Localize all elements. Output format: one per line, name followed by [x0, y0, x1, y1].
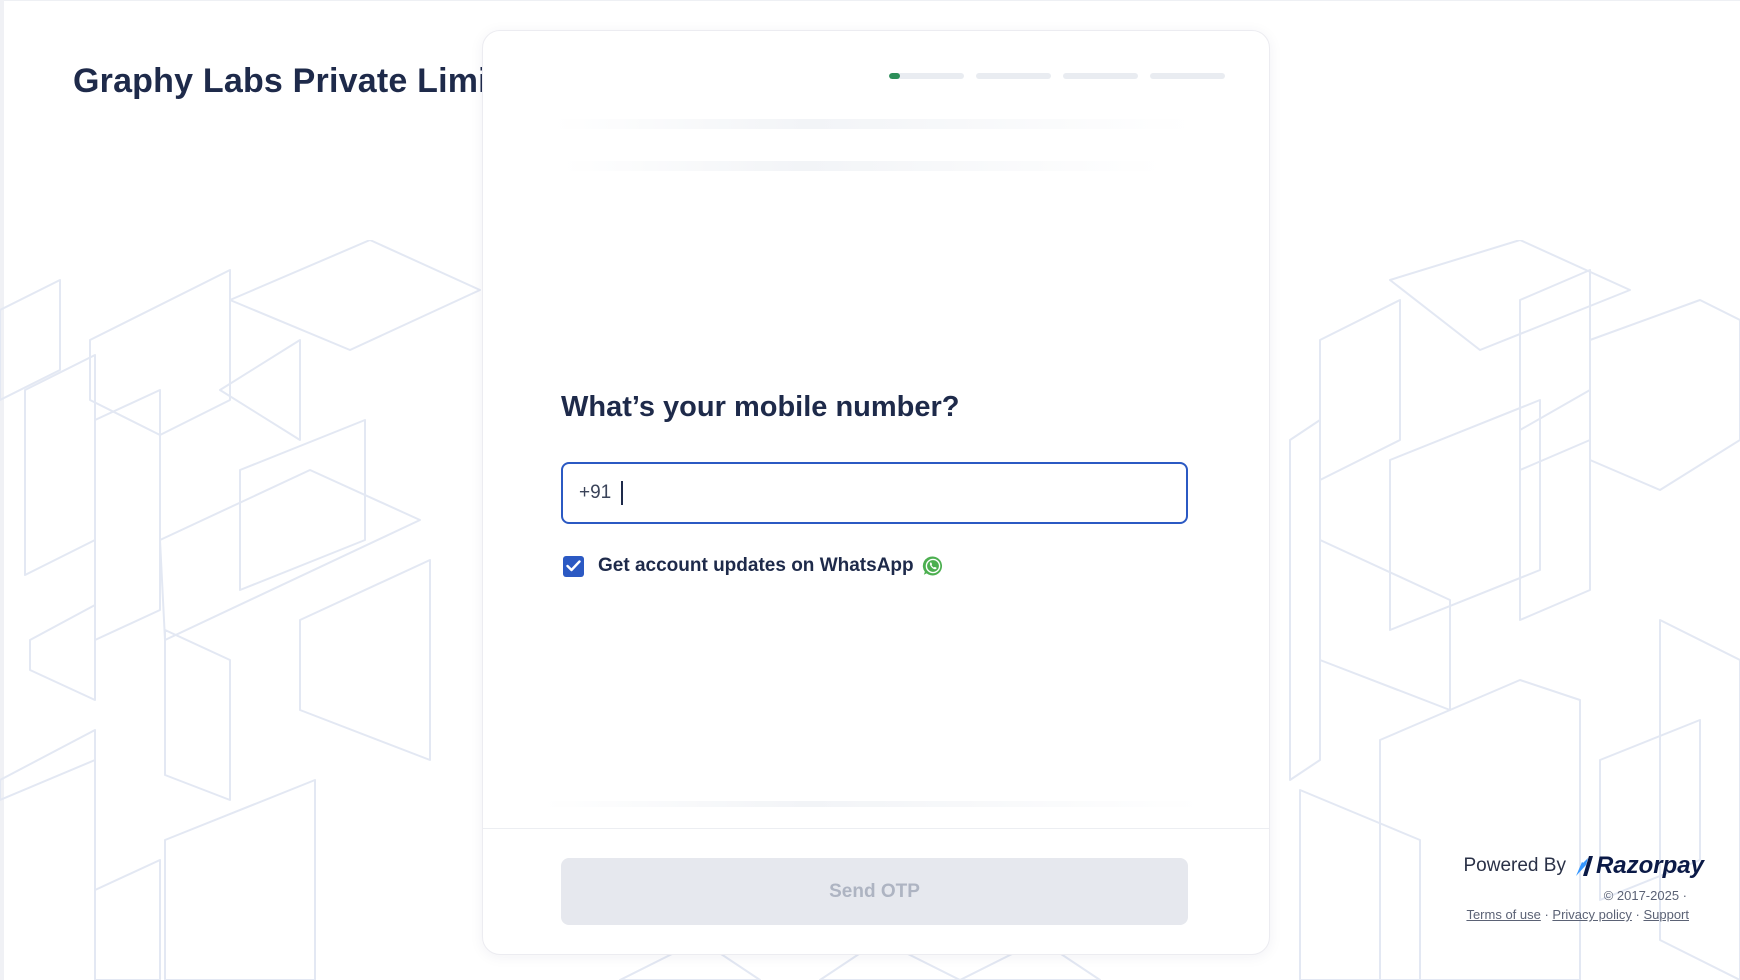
link-separator: · [1540, 907, 1553, 922]
page-title: What’s your mobile number? [561, 391, 960, 423]
powered-by: Powered By Razorpay [1464, 852, 1705, 880]
link-separator: · [1631, 907, 1644, 922]
razorpay-logo[interactable]: Razorpay [1574, 852, 1704, 880]
progress-step-3 [1063, 73, 1138, 79]
checkmark-icon [566, 560, 581, 572]
checkout-page: Graphy Labs Private Limite What’s your m… [0, 0, 1740, 980]
progress-step-2 [976, 73, 1051, 79]
support-link[interactable]: Support [1643, 907, 1689, 922]
merchant-name: Graphy Labs Private Limite [73, 62, 519, 100]
country-code: +91 [579, 482, 612, 503]
progress-step-1 [889, 73, 964, 79]
login-card: What’s your mobile number? +91 Get accou… [482, 30, 1270, 955]
copyright: © 2017-2025 · [1603, 888, 1687, 903]
card-divider [483, 828, 1269, 829]
mobile-number-input[interactable] [623, 472, 1186, 514]
whatsapp-consent-label: Get account updates on WhatsApp [598, 555, 914, 576]
whatsapp-icon [922, 556, 942, 576]
top-border [0, 0, 1740, 1]
progress-step-4 [1150, 73, 1225, 79]
privacy-link[interactable]: Privacy policy [1552, 907, 1631, 922]
whatsapp-consent[interactable]: Get account updates on WhatsApp [563, 555, 944, 577]
footer-links: Terms of use · Privacy policy · Support [1466, 907, 1689, 922]
step-progress [889, 73, 1225, 79]
terms-link[interactable]: Terms of use [1466, 907, 1540, 922]
progress-step-1-fill [889, 73, 901, 79]
send-otp-button[interactable]: Send OTP [561, 858, 1188, 925]
loading-shimmer [543, 801, 1203, 807]
loading-shimmer [563, 161, 1163, 171]
whatsapp-checkbox[interactable] [563, 555, 584, 577]
powered-by-label: Powered By [1463, 855, 1566, 876]
mobile-number-field[interactable]: +91 [561, 462, 1188, 524]
razorpay-logo-icon [1575, 856, 1593, 876]
loading-shimmer [553, 119, 1193, 129]
razorpay-wordmark: Razorpay [1595, 852, 1704, 879]
